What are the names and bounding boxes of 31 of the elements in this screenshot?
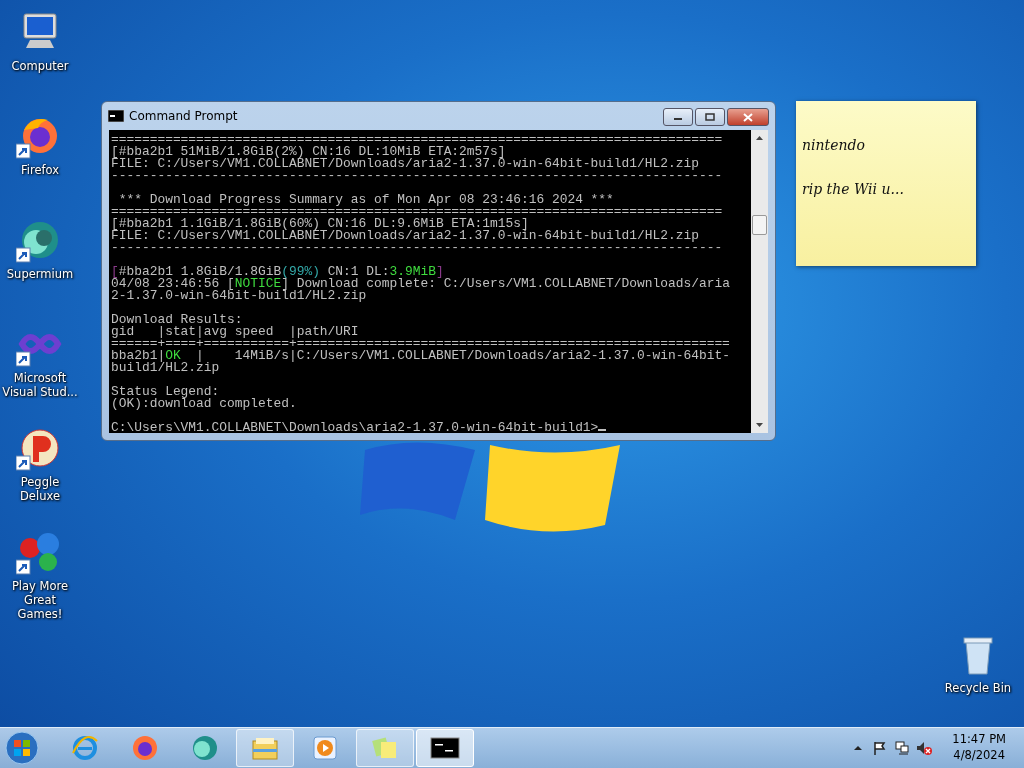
icon-label: Computer: [10, 60, 70, 74]
window-title: Command Prompt: [129, 109, 238, 123]
console-line: [#bba2b1 1.1GiB/1.8GiB(60%) CN:16 DL:9.6MiB ETA:1m15s]: [111, 216, 529, 231]
desktop-shortcut[interactable]: Firefox: [0, 110, 80, 214]
clock[interactable]: 11:47 PM 4/8/2024: [952, 732, 1006, 764]
clock-time: 11:47 PM: [952, 732, 1006, 748]
desktop-shortcut[interactable]: Computer: [0, 6, 80, 110]
note-text: rip the Wii u...: [802, 181, 905, 197]
icon-label: Supermium: [5, 268, 75, 282]
console-line: bba2b1|OK | 14MiB/s|C:/Users/VM1.COLLABNET/Downloads/aria2-1.37.0-win-64bit-: [111, 348, 730, 363]
sticky-note[interactable]: nintendo rip the Wii u...: [796, 101, 976, 266]
console-line: gid |stat|avg speed |path/URI: [111, 324, 359, 339]
console-line: ===============================================================================: [111, 132, 723, 147]
icon-label: Microsoft Visual Stud...: [1, 372, 79, 400]
console-line: [#bba2b1 1.8GiB/1.8GiB(99%) CN:1 DL:3.9MiB]: [111, 264, 444, 279]
note-text: nintendo: [802, 137, 866, 153]
icon-label: Firefox: [19, 164, 61, 178]
icon-label: Recycle Bin: [943, 682, 1013, 696]
desktop-shortcut[interactable]: Play More Great Games!: [0, 526, 80, 630]
console-line: [#bba2b1 51MiB/1.8GiB(2%) CN:16 DL:10MiB ETA:2m57s]: [111, 144, 506, 159]
console-line: Status Legend:: [111, 384, 220, 399]
desktop-shortcut[interactable]: Supermium: [0, 214, 80, 318]
recycle-bin[interactable]: Recycle Bin: [938, 628, 1018, 696]
console-line: C:\Users\VM1.COLLABNET\Downloads\aria2-1.37.0-win-64bit-build1>: [111, 420, 599, 435]
clock-date: 4/8/2024: [953, 748, 1005, 764]
desktop-shortcut[interactable]: Peggle Deluxe: [0, 422, 80, 526]
icon-label: Peggle Deluxe: [19, 476, 61, 504]
console-line: *** Download Progress Summary as of Mon Apr 08 23:46:16 2024 ***: [117, 192, 614, 207]
icon-label: Play More Great Games!: [10, 580, 70, 622]
console-line: Download Results:: [111, 312, 243, 327]
desktop-shortcut[interactable]: Microsoft Visual Stud...: [0, 318, 80, 422]
